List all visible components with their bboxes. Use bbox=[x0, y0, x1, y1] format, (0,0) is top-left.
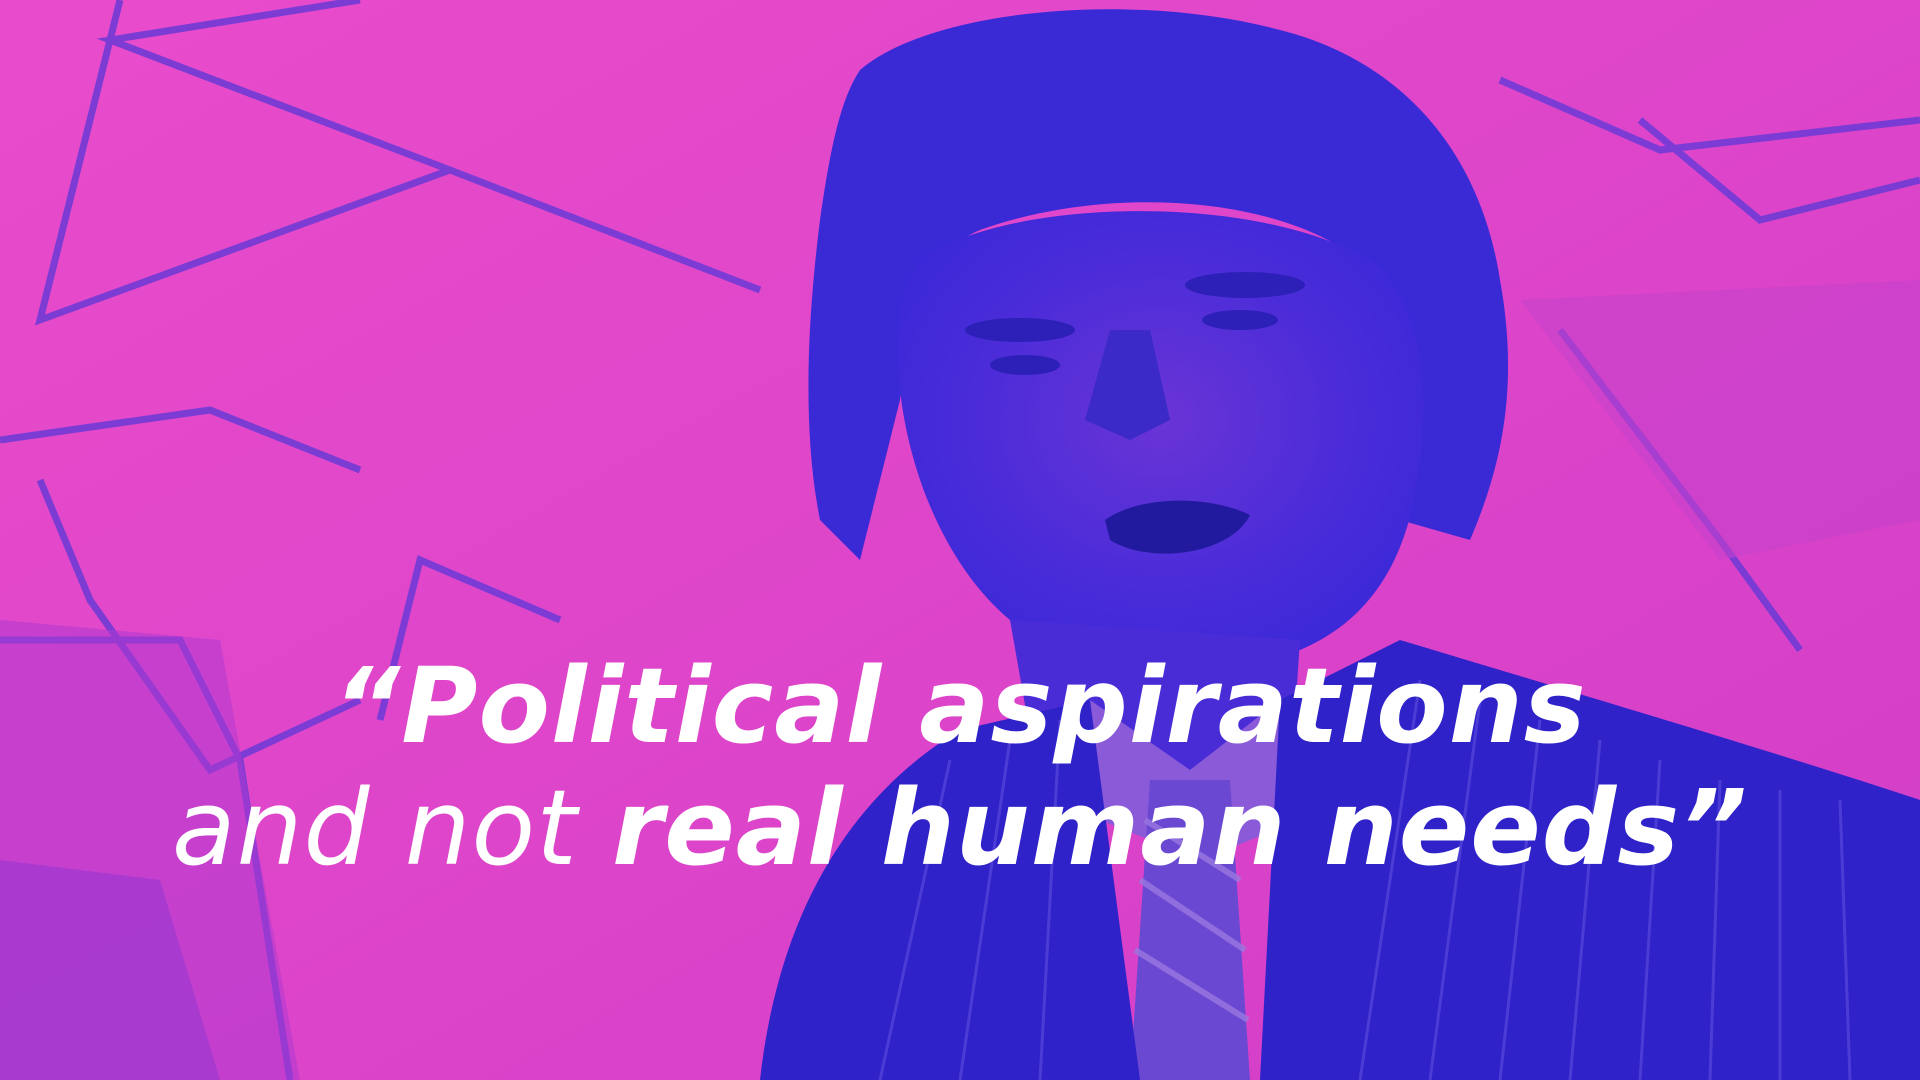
quote-card: “Political aspirations and not real huma… bbox=[0, 0, 1920, 1080]
quote-line-2-light: and not bbox=[171, 767, 612, 889]
quote-line-1: “Political aspirations bbox=[333, 645, 1587, 767]
quote-text: “Political aspirations and not real huma… bbox=[0, 645, 1920, 889]
duotone-portrait-photo bbox=[0, 0, 1920, 1080]
quote-line-2-bold: real human needs” bbox=[611, 767, 1749, 889]
quote-line-2: and not real human needs” bbox=[0, 767, 1920, 889]
